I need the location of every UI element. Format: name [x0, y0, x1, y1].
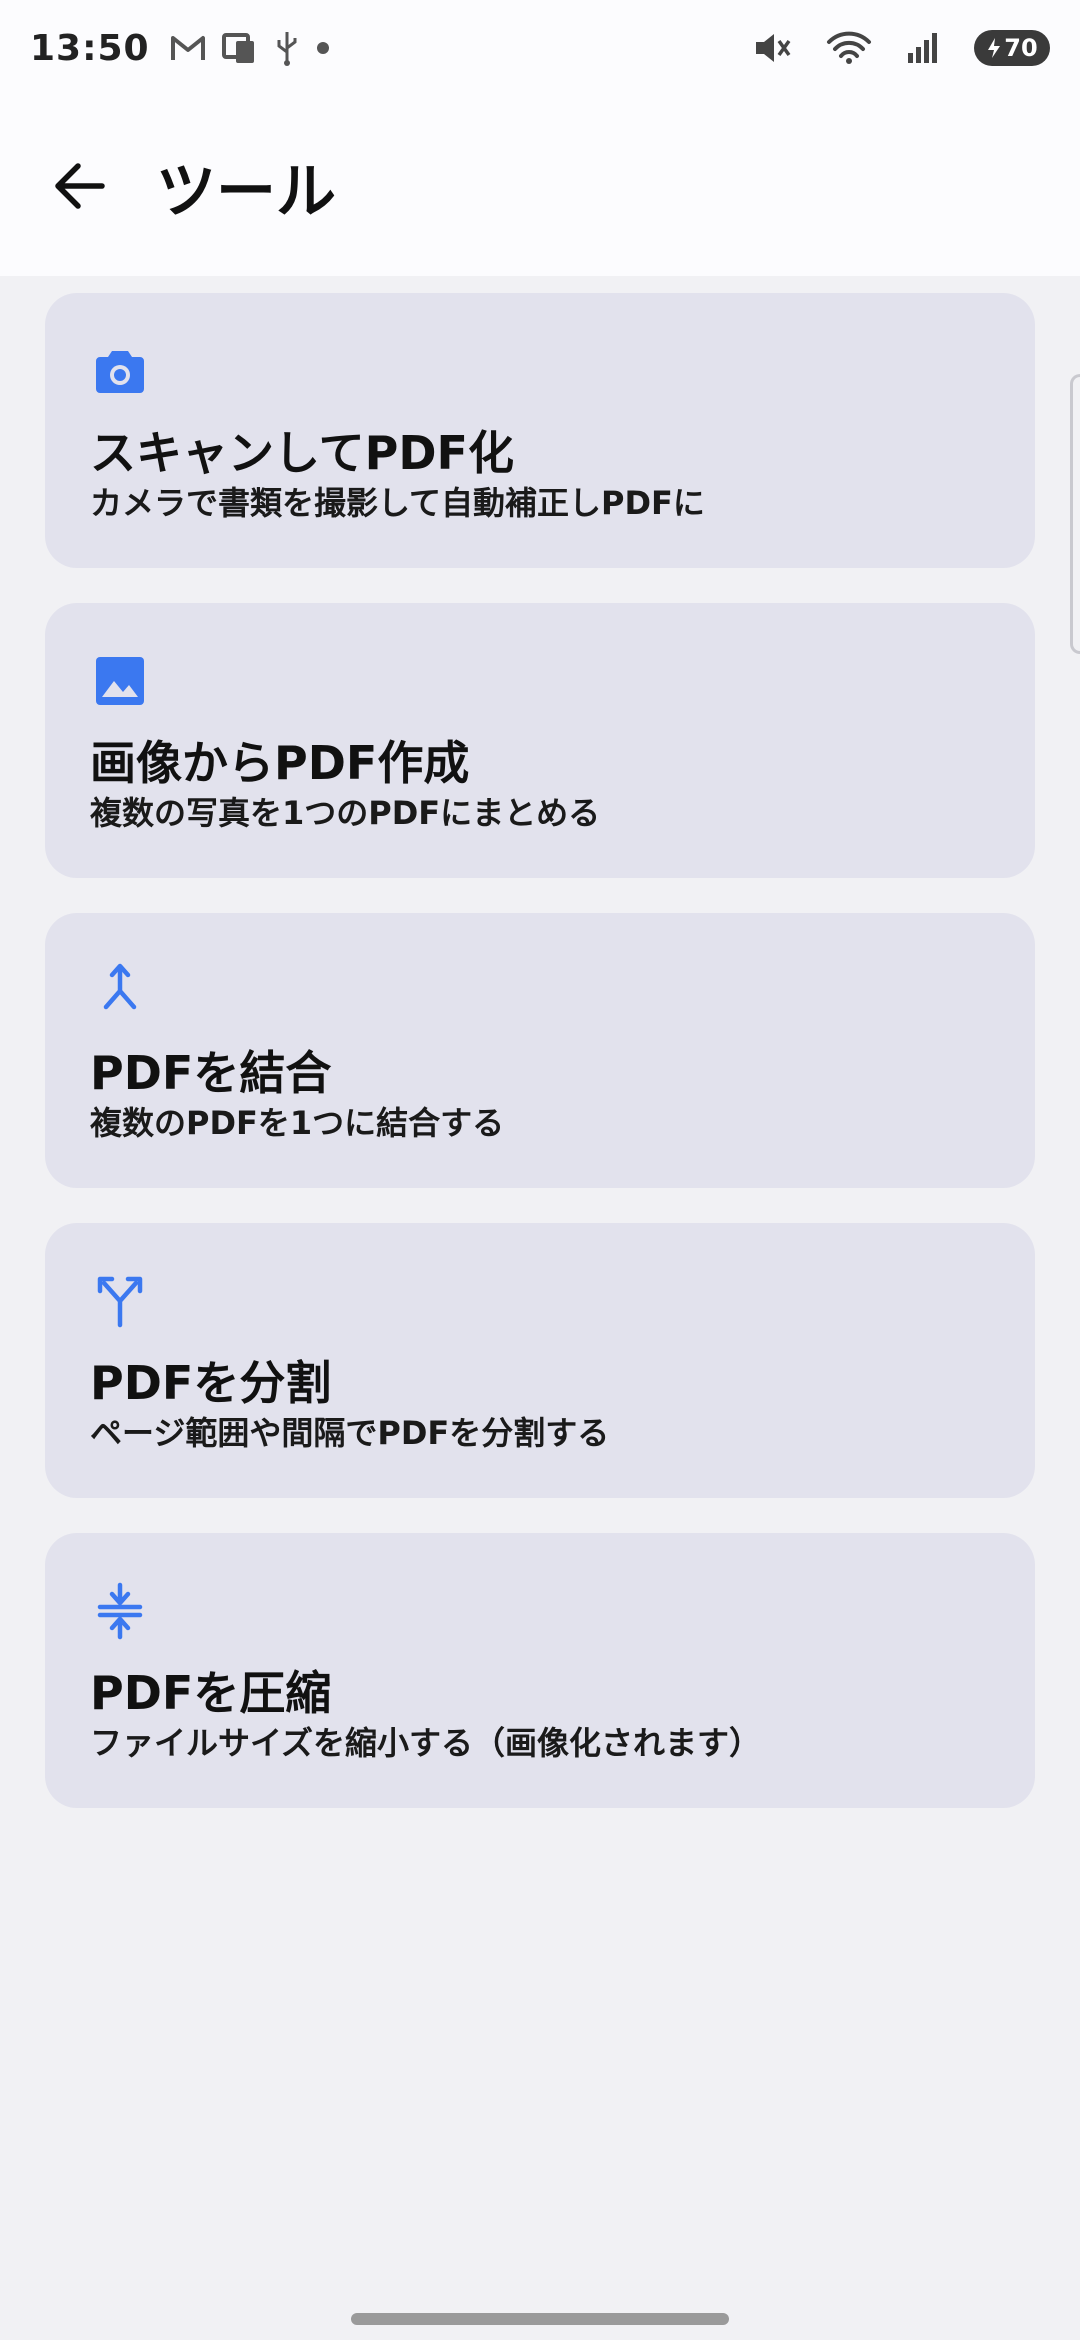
- scrollbar[interactable]: [1070, 374, 1080, 654]
- tool-title: 画像からPDF作成: [90, 736, 470, 790]
- arrow-back-icon: [55, 163, 105, 209]
- tool-subtitle: カメラで書類を撮影して自動補正しPDFに: [90, 484, 705, 522]
- battery-charging-icon: 70: [974, 30, 1050, 66]
- compress-icon: [97, 1582, 143, 1640]
- back-button[interactable]: [48, 154, 112, 218]
- status-right-icons: 70: [754, 30, 1050, 66]
- tool-title: PDFを分割: [90, 1356, 332, 1410]
- usb-icon: [274, 30, 300, 66]
- mute-icon: [754, 31, 792, 65]
- tool-card-compress[interactable]: PDFを圧縮 ファイルサイズを縮小する（画像化されます）: [45, 1533, 1035, 1808]
- tool-title: スキャンしてPDF化: [90, 426, 514, 480]
- tool-list: スキャンしてPDF化 カメラで書類を撮影して自動補正しPDFに 画像からPDF作…: [45, 293, 1035, 1843]
- status-time: 13:50: [30, 27, 150, 69]
- tool-subtitle: 複数のPDFを1つに結合する: [90, 1104, 505, 1142]
- tool-card-split[interactable]: PDFを分割 ページ範囲や間隔でPDFを分割する: [45, 1223, 1035, 1498]
- tool-subtitle: 複数の写真を1つのPDFにまとめる: [90, 794, 601, 832]
- home-indicator[interactable]: [351, 2313, 729, 2325]
- battery-level: 70: [1004, 34, 1038, 62]
- page-title: ツール: [156, 156, 336, 227]
- tool-card-scan[interactable]: スキャンしてPDF化 カメラで書類を撮影して自動補正しPDFに: [45, 293, 1035, 568]
- signal-icon: [906, 31, 940, 65]
- tool-title: PDFを結合: [90, 1046, 332, 1100]
- tool-subtitle: ファイルサイズを縮小する（画像化されます）: [90, 1724, 762, 1762]
- tool-title: PDFを圧縮: [90, 1666, 332, 1720]
- split-icon: [97, 1276, 143, 1328]
- tool-card-images-to-pdf[interactable]: 画像からPDF作成 複数の写真を1つのPDFにまとめる: [45, 603, 1035, 878]
- notification-icon: [221, 31, 258, 65]
- wifi-icon: [826, 30, 872, 66]
- tool-card-merge[interactable]: PDFを結合 複数のPDFを1つに結合する: [45, 913, 1035, 1188]
- gmail-icon: [170, 34, 206, 62]
- merge-icon: [103, 963, 137, 1010]
- status-bar: 13:50 70: [0, 0, 1080, 96]
- app-bar: ツール: [0, 96, 1080, 276]
- image-icon: [96, 657, 144, 705]
- camera-icon: [96, 351, 144, 393]
- tool-subtitle: ページ範囲や間隔でPDFを分割する: [90, 1414, 610, 1452]
- dot-icon: [316, 41, 330, 55]
